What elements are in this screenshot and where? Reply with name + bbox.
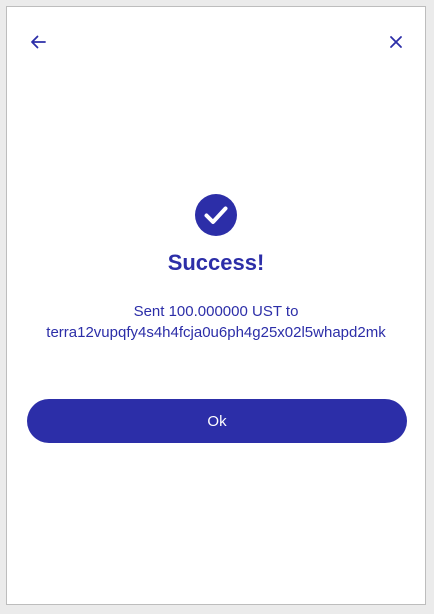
success-content: Success! Sent 100.000000 UST to terra12v… (7, 193, 425, 343)
recipient-address: terra12vupqfy4s4h4fcja0u6ph4g25x02l5whap… (46, 324, 386, 341)
close-button[interactable] (385, 31, 407, 53)
arrow-left-icon (30, 35, 46, 49)
sent-amount-text: Sent 100.000000 UST to (133, 303, 299, 320)
success-message: Sent 100.000000 UST to terra12vupqfy4s4h… (7, 301, 425, 343)
check-circle-icon (194, 193, 238, 237)
back-button[interactable] (27, 31, 49, 53)
ok-button[interactable]: Ok (27, 399, 407, 443)
success-title: Success! (167, 250, 265, 275)
close-icon (389, 35, 403, 49)
success-dialog: Success! Sent 100.000000 UST to terra12v… (6, 6, 426, 605)
